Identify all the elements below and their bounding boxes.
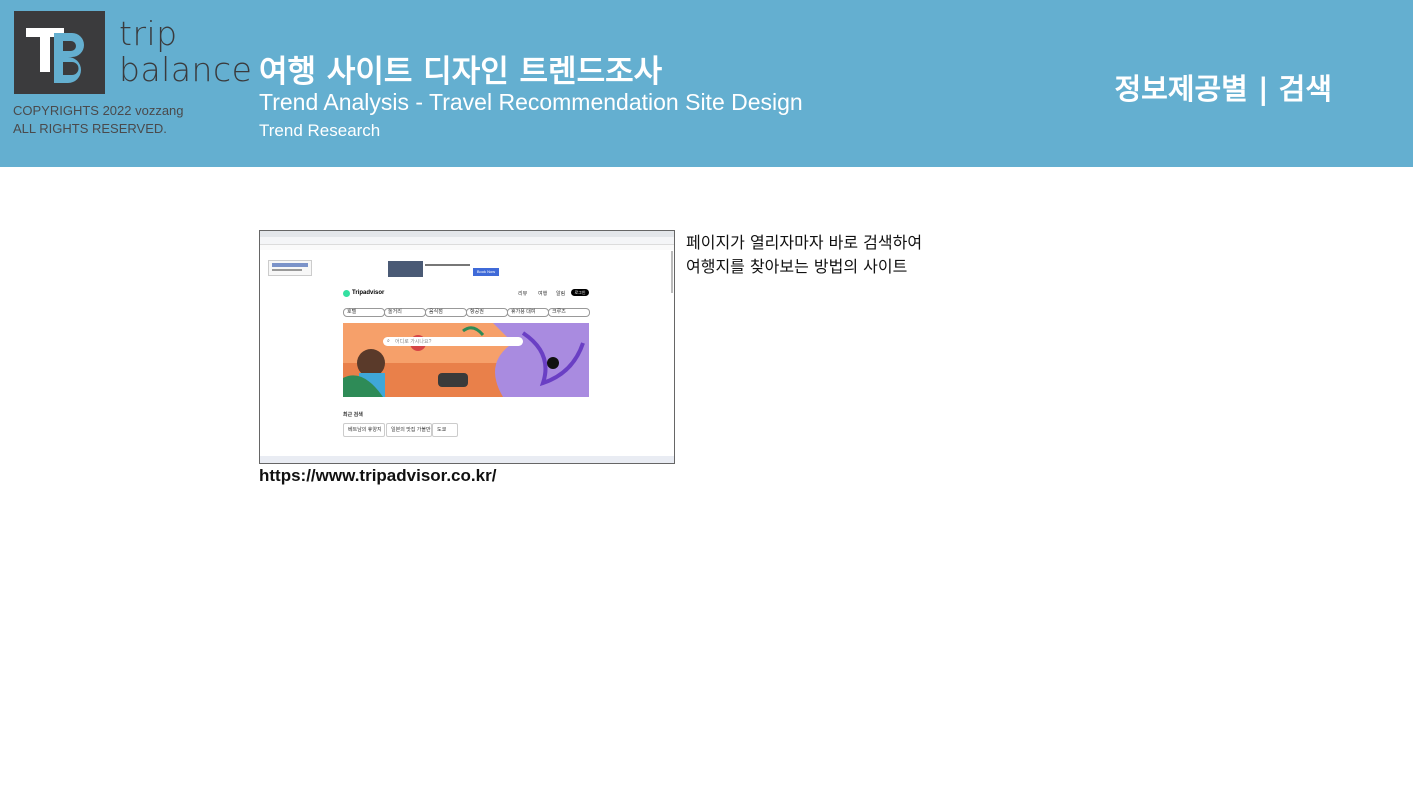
menu-trips[interactable]: 여행 [538, 290, 547, 297]
page-title-english: Trend Analysis - Travel Recommendation S… [259, 89, 803, 115]
side-ad [268, 260, 312, 276]
copyright-line-1: COPYRIGHTS 2022 vozzang [13, 103, 184, 118]
category-hotels[interactable]: 호텔 [343, 308, 385, 317]
copyright-line-2: ALL RIGHTS RESERVED. [13, 121, 167, 136]
hero-illustration: ⌕ 어디로 가시나요? [343, 323, 589, 397]
search-icon: ⌕ [387, 338, 390, 344]
scrollbar [671, 251, 673, 293]
ad-text [425, 264, 470, 266]
logo-mark [14, 11, 105, 94]
brand-wordmark: trip balance [119, 16, 252, 88]
recent-searches-heading: 최근 검색 [343, 412, 363, 418]
browser-address-bar [260, 237, 674, 245]
ad-hotel-image [388, 261, 423, 277]
ad-book-button[interactable]: Book Now [473, 268, 499, 276]
brand-line-trip: trip [119, 14, 178, 53]
page-subtitle: Trend Research [259, 121, 381, 140]
category-cruises[interactable]: 크루즈 [548, 308, 590, 317]
recent-search-item[interactable]: 도쿄 [432, 423, 458, 437]
screenshot-description: 페이지가 열리자마자 바로 검색하여 여행지를 찾아보는 방법의 사이트 [686, 231, 986, 279]
site-url-link[interactable]: https://www.tripadvisor.co.kr/ [259, 466, 496, 486]
tripadvisor-owl-icon [343, 290, 350, 297]
browser-bookmarks-bar [260, 245, 674, 250]
tb-logo-icon [14, 11, 105, 94]
os-taskbar [260, 456, 674, 463]
category-things-to-do[interactable]: 놀거리 [384, 308, 426, 317]
recent-search-item[interactable]: 베트남의 휴양지 [343, 423, 385, 437]
description-line-1: 페이지가 열리자마자 바로 검색하여 [686, 233, 923, 252]
search-placeholder: 어디로 가시나요? [395, 339, 432, 345]
login-button[interactable]: 로그인 [571, 289, 589, 296]
category-rentals[interactable]: 휴가용 대여 [507, 308, 549, 317]
category-flights[interactable]: 항공권 [466, 308, 508, 317]
brand-line-balance: balance [119, 50, 253, 89]
menu-alerts[interactable]: 알림 [556, 290, 565, 297]
category-label: 정보제공별 | 검색 [1114, 72, 1332, 106]
page-title: 여행 사이트 디자인 트렌드조사 [259, 54, 663, 90]
menu-review[interactable]: 리뷰 [518, 290, 527, 297]
category-restaurants[interactable]: 음식점 [425, 308, 467, 317]
tripadvisor-brand: Tripadvisor [352, 290, 385, 296]
header-banner: trip balance COPYRIGHTS 2022 vozzang ALL… [0, 0, 1413, 167]
website-screenshot: Book Now Tripadvisor 리뷰 여행 알림 로그인 호텔 놀거리… [259, 230, 675, 464]
description-line-2: 여행지를 찾아보는 방법의 사이트 [686, 257, 908, 276]
recent-search-item[interactable]: 일본의 맛집 가볼만한 곳 [386, 423, 432, 437]
hero-search-input[interactable]: ⌕ 어디로 가시나요? [383, 337, 523, 346]
copyright-notice: COPYRIGHTS 2022 vozzang ALL RIGHTS RESER… [13, 102, 184, 138]
